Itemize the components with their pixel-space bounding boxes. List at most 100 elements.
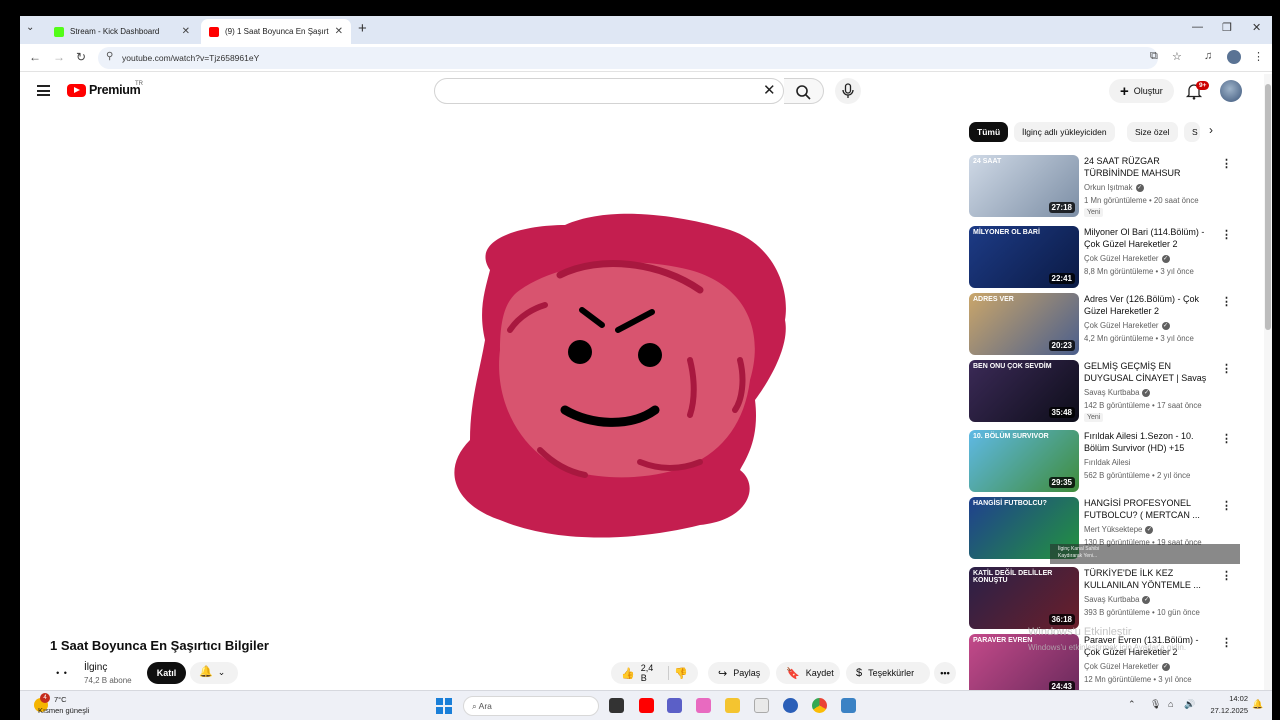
recommendation-channel[interactable]: Çok Güzel Hareketler ✓ — [1084, 662, 1170, 671]
recommendation-card[interactable]: KATİL DEĞİL DELİLLER KONUŞTU 36:18 TÜRKİYE… — [969, 567, 1254, 631]
save-button[interactable]: 🔖 Kaydet — [776, 662, 840, 684]
subscription-bell-button[interactable]: 🔔 ⌄ — [190, 662, 238, 684]
browser-menu-icon[interactable]: ⋮ — [1253, 50, 1264, 63]
like-icon[interactable]: 👍 — [621, 667, 635, 680]
recommendation-title[interactable]: HANGİSİ PROFESYONEL FUTBOLCU? ( MERTCAN … — [1084, 497, 1216, 521]
dislike-icon[interactable]: 👎 — [674, 667, 688, 680]
recommendation-card[interactable]: 24 SAAT 27:18 24 SAAT RÜZGAR TÜRBİNİNDE MA… — [969, 155, 1254, 219]
teams-icon[interactable] — [667, 698, 682, 713]
recommendation-title[interactable]: Milyoner Ol Bari (114.Bölüm) - Çok Güzel… — [1084, 226, 1216, 250]
channel-avatar[interactable]: • • — [50, 661, 74, 685]
scrollbar-thumb[interactable] — [1265, 84, 1271, 330]
video-thumbnail[interactable]: 24 SAAT 27:18 — [969, 155, 1079, 217]
notification-center-icon[interactable]: 🔔 — [1252, 699, 1263, 710]
search-button[interactable] — [784, 78, 824, 104]
chevron-right-icon[interactable]: › — [1209, 123, 1213, 137]
recommendation-channel[interactable]: Çok Güzel Hareketler ✓ — [1084, 321, 1170, 330]
search-input[interactable] — [434, 78, 784, 104]
video-thumbnail[interactable]: ADRES VER 20:23 — [969, 293, 1079, 355]
microphone-tray-icon[interactable]: 🎙 — [1150, 699, 1161, 710]
recommendation-channel[interactable]: Mert Yüksektepe ✓ — [1084, 525, 1154, 534]
volume-icon[interactable]: 🔊 — [1184, 699, 1195, 710]
chip-all[interactable]: Tümü — [969, 122, 1009, 142]
close-window-icon[interactable]: ✕ — [1252, 21, 1261, 34]
recommendation-channel[interactable]: Çok Güzel Hareketler ✓ — [1084, 254, 1170, 263]
close-tab-icon[interactable]: ✕ — [335, 26, 343, 37]
back-icon[interactable]: ← — [29, 50, 41, 64]
recommendation-title[interactable]: TÜRKİYE'DE İLK KEZ KULLANILAN YÖNTEMLE .… — [1084, 567, 1216, 591]
windows-start-icon[interactable] — [436, 698, 452, 714]
voice-search-button[interactable] — [835, 78, 861, 104]
more-options-icon[interactable]: ⋮ — [1221, 228, 1232, 241]
taskbar-search-input[interactable]: ⌕ Ara — [463, 696, 599, 716]
file-explorer-icon[interactable] — [725, 698, 740, 713]
chip-from-uploader[interactable]: İlginç adlı yükleyiciden — [1014, 122, 1115, 142]
clear-search-icon[interactable]: ✕ — [763, 81, 776, 99]
share-button[interactable]: ↪ Paylaş — [708, 662, 770, 684]
youtube-app-icon[interactable] — [639, 698, 654, 713]
url-field[interactable]: ⚲ youtube.com/watch?v=Tjz658961eY — [98, 47, 1158, 69]
more-options-icon[interactable]: ⋮ — [1221, 569, 1232, 582]
more-actions-button[interactable]: ••• — [934, 662, 956, 684]
create-button[interactable]: + Oluştur — [1109, 79, 1174, 103]
youtube-logo[interactable]: Premium TR — [67, 81, 143, 97]
channel-name[interactable]: İlginç — [84, 662, 107, 673]
recommendation-card[interactable]: ADRES VER 20:23 Adres Ver (126.Bölüm) - Ço… — [969, 293, 1254, 357]
recommendation-channel[interactable]: Fırıldak Ailesi — [1084, 458, 1130, 467]
more-options-icon[interactable]: ⋮ — [1221, 362, 1232, 375]
forward-icon[interactable]: → — [53, 50, 65, 64]
recommendation-card[interactable]: MİLYONER OL BARİ 22:41 Milyoner Ol Bari (1… — [969, 226, 1254, 290]
bookmark-star-icon[interactable]: ☆ — [1172, 50, 1182, 63]
video-thumbnail[interactable]: BEN ONU ÇOK SEVDİM 35:48 — [969, 360, 1079, 422]
thanks-button[interactable]: $ Teşekkürler — [846, 662, 930, 684]
close-tab-icon[interactable]: ✕ — [182, 26, 190, 37]
app-icon-notified[interactable] — [841, 698, 856, 713]
tab-kick-dashboard[interactable]: Stream - Kick Dashboard ✕ — [46, 19, 198, 44]
video-thumbnail[interactable]: MİLYONER OL BARİ 22:41 — [969, 226, 1079, 288]
tray-chevron-icon[interactable]: ⌃ — [1128, 699, 1136, 710]
minimize-icon[interactable]: — — [1192, 21, 1203, 33]
hamburger-menu-icon[interactable] — [37, 85, 50, 96]
install-app-icon[interactable]: ⧉ — [1150, 50, 1158, 63]
more-options-icon[interactable]: ⋮ — [1221, 432, 1232, 445]
restore-icon[interactable]: ❐ — [1222, 21, 1232, 34]
reload-icon[interactable]: ↻ — [76, 50, 86, 64]
chip-for-you[interactable]: Size özel — [1127, 122, 1178, 142]
recommendation-channel[interactable]: Savaş Kurtbaba ✓ — [1084, 595, 1151, 604]
media-player-icon[interactable] — [754, 698, 769, 713]
recommendation-card[interactable]: 10. BÖLÜM SURVIVOR 29:35 Fırıldak Ailesi 1… — [969, 430, 1254, 494]
clock-time[interactable]: 14:02 — [1208, 694, 1248, 703]
recommendation-channel[interactable]: Savaş Kurtbaba ✓ — [1084, 388, 1151, 397]
account-avatar[interactable] — [1220, 80, 1242, 102]
chip-partial[interactable]: S — [1184, 122, 1200, 142]
recommendation-channel[interactable]: Orkun Işıtmak ✓ — [1084, 183, 1144, 192]
network-icon[interactable]: ⌂ — [1168, 699, 1173, 709]
video-thumbnail[interactable]: KATİL DEĞİL DELİLLER KONUŞTU 36:18 — [969, 567, 1079, 629]
tab-youtube-video[interactable]: (9) 1 Saat Boyunca En Şaşırtıcı Bilgiler… — [201, 19, 351, 44]
recommendation-card[interactable]: BEN ONU ÇOK SEVDİM 35:48 GELMİŞ GEÇMİŞ EN … — [969, 360, 1254, 424]
join-button[interactable]: Katıl — [147, 662, 186, 684]
recommendation-title[interactable]: GELMİŞ GEÇMİŞ EN DUYGUSAL CİNAYET | Sava… — [1084, 360, 1216, 385]
site-info-icon[interactable]: ⚲ — [106, 51, 113, 62]
copilot-icon[interactable] — [696, 698, 711, 713]
like-count[interactable]: 2,4 B — [641, 663, 656, 683]
temperature[interactable]: 7°C — [54, 695, 67, 704]
video-player[interactable] — [50, 118, 948, 628]
recommendation-title[interactable]: Adres Ver (126.Bölüm) - Çok Güzel Hareke… — [1084, 293, 1216, 317]
recommendation-title[interactable]: Fırıldak Ailesi 1.Sezon - 10. Bölüm Surv… — [1084, 430, 1216, 454]
more-options-icon[interactable]: ⋮ — [1221, 636, 1232, 649]
tab-search-icon[interactable]: ⌄ — [26, 22, 34, 33]
more-options-icon[interactable]: ⋮ — [1221, 157, 1232, 170]
profile-avatar[interactable] — [1227, 50, 1241, 64]
recommendation-title[interactable]: 24 SAAT RÜZGAR TÜRBİNİNDE MAHSUR KALMAK! — [1084, 155, 1216, 180]
video-thumbnail[interactable]: 10. BÖLÜM SURVIVOR 29:35 — [969, 430, 1079, 492]
more-options-icon[interactable]: ⋮ — [1221, 295, 1232, 308]
clock-date[interactable]: 27.12.2025 — [1198, 706, 1248, 715]
weather-description[interactable]: Kısmen güneşli — [38, 706, 89, 715]
new-tab-icon[interactable]: + — [358, 20, 367, 37]
more-options-icon[interactable]: ⋮ — [1221, 499, 1232, 512]
app-icon[interactable] — [783, 698, 798, 713]
chrome-icon[interactable] — [812, 698, 827, 713]
media-control-icon[interactable]: ♫ — [1204, 50, 1212, 62]
task-view-icon[interactable] — [609, 698, 624, 713]
